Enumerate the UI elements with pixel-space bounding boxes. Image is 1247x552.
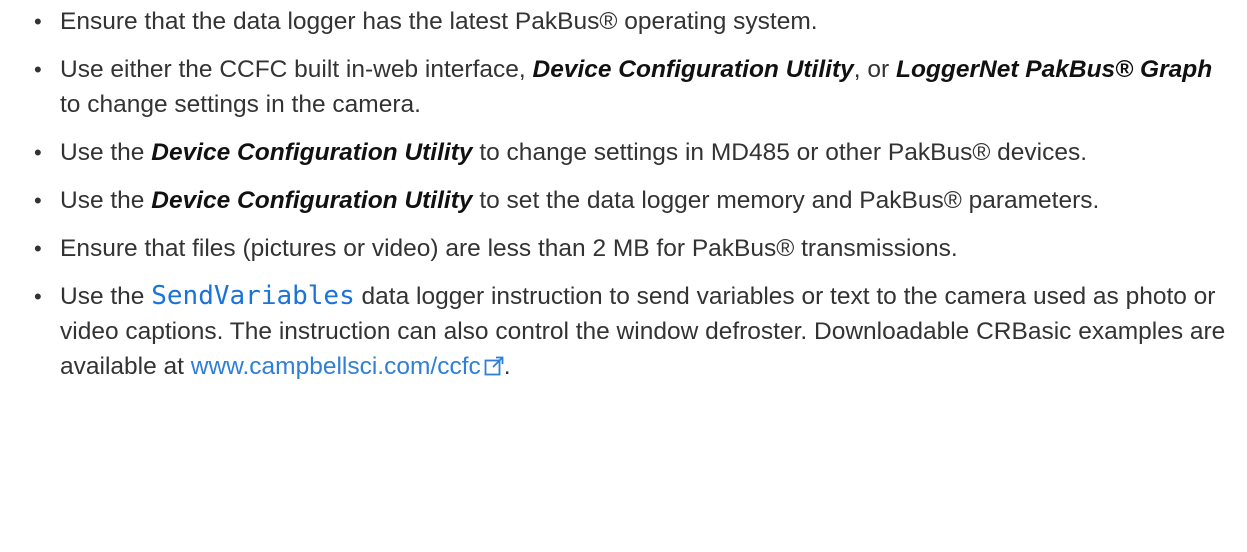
text: Use the (60, 187, 152, 214)
emphasis: Device Configuration Utility (151, 139, 473, 166)
text: Use the (60, 283, 152, 310)
text: to change settings in the camera. (60, 91, 421, 118)
link-text[interactable]: www.campbellsci.com/ccfc (191, 353, 481, 380)
text: , or (853, 56, 896, 83)
list-item: • Use the Device Configuration Utility t… (22, 135, 1227, 170)
bullet-marker: • (34, 284, 42, 309)
text: Ensure that files (pictures or video) ar… (60, 235, 958, 262)
text: . (503, 353, 511, 380)
bullet-marker: • (34, 140, 42, 165)
text: Use either the CCFC built in-web interfa… (60, 56, 533, 83)
emphasis: Device Configuration Utility (151, 187, 473, 214)
list-item: • Use the Device Configuration Utility t… (22, 183, 1227, 218)
text: to set the data logger memory and PakBus… (472, 187, 1100, 214)
text: Use the (60, 139, 152, 166)
bullet-marker: • (34, 236, 42, 261)
list-item: • Use either the CCFC built in-web inter… (22, 52, 1227, 122)
text: Ensure that the data logger has the late… (60, 8, 818, 35)
code-instruction: SendVariables (151, 281, 355, 311)
list-item: • Ensure that the data logger has the la… (22, 4, 1227, 39)
text: to change settings in MD485 or other Pak… (472, 139, 1088, 166)
bullet-list: • Ensure that the data logger has the la… (22, 4, 1227, 386)
bullet-marker: • (34, 57, 42, 82)
document-body: • Ensure that the data logger has the la… (0, 0, 1247, 552)
list-item: • Ensure that files (pictures or video) … (22, 231, 1227, 266)
ccfc-link[interactable]: www.campbellsci.com/ccfc (191, 353, 504, 380)
bullet-marker: • (34, 188, 42, 213)
emphasis: LoggerNet PakBus® Graph (895, 56, 1213, 83)
bullet-marker: • (34, 9, 42, 34)
emphasis: Device Configuration Utility (532, 56, 854, 83)
external-link-icon[interactable] (484, 351, 504, 386)
list-item: • Use the SendVariables data logger inst… (22, 279, 1227, 386)
